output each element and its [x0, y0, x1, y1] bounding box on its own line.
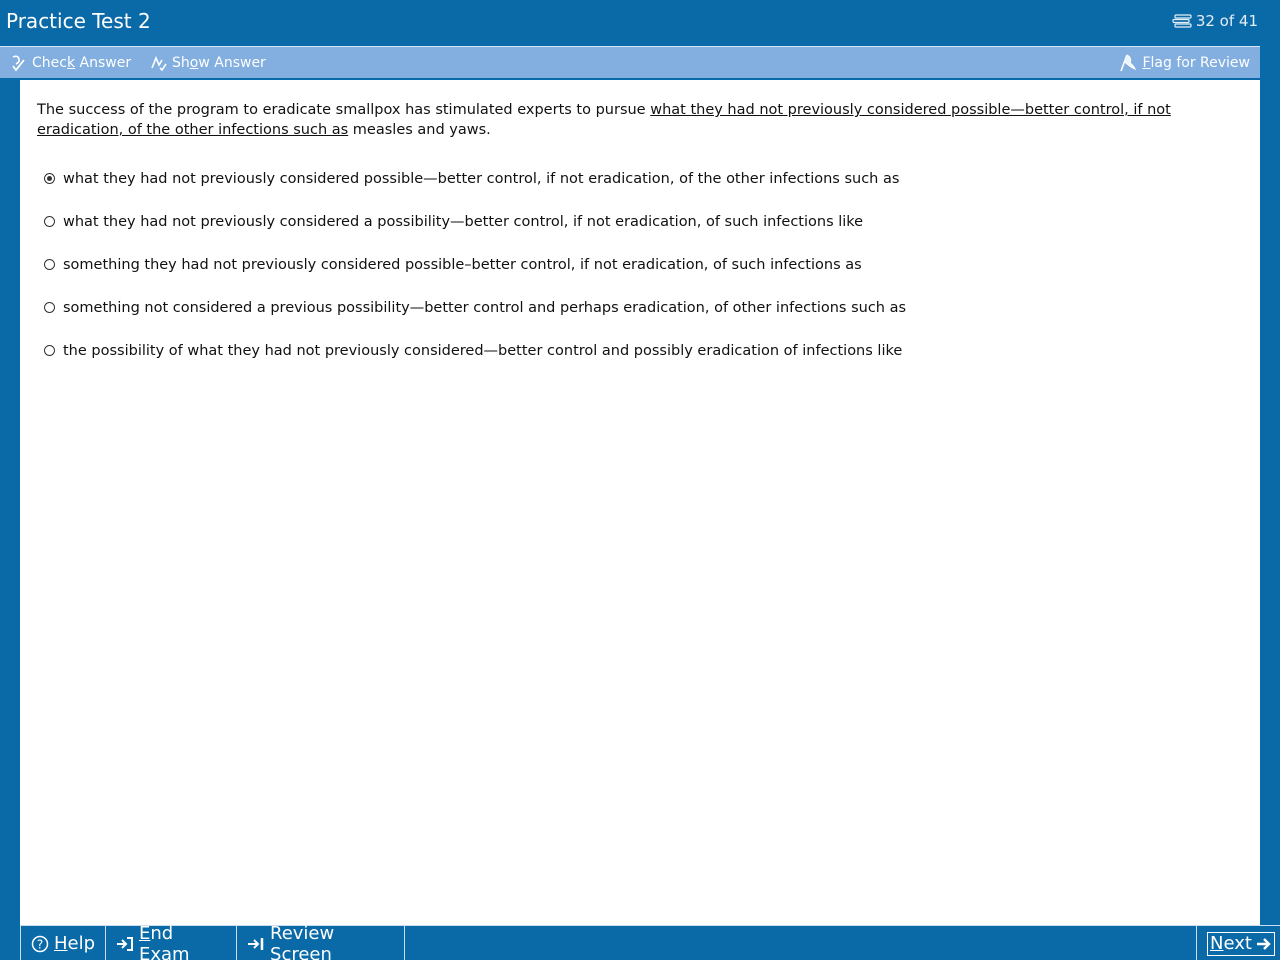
arrow-right-icon [1256, 936, 1272, 952]
review-screen-icon [247, 936, 265, 952]
window-title: Practice Test 2 [6, 9, 151, 33]
answer-choice[interactable]: the possibility of what they had not pre… [44, 329, 906, 372]
review-screen-label: Review Screen [270, 922, 335, 960]
end-exam-label: End Exam [139, 922, 190, 960]
answer-choice[interactable]: what they had not previously considered … [44, 200, 906, 243]
flag-for-review-button[interactable]: Flag for Review [1118, 47, 1250, 79]
answer-choice-text: something not considered a previous poss… [63, 299, 907, 316]
next-button[interactable]: Next [1196, 926, 1280, 960]
radio-button[interactable] [44, 216, 55, 227]
question-panel: The success of the program to eradicate … [20, 80, 1260, 925]
help-label: Help [54, 933, 96, 954]
help-button[interactable]: ? Help [20, 926, 106, 960]
toolbar: Check Answer Show Answer Flag for Review [0, 46, 1260, 78]
radio-button[interactable] [44, 345, 55, 356]
title-bar: Practice Test 2 32 of 41 [0, 0, 1280, 45]
answer-choice-text: what they had not previously considered … [63, 213, 864, 230]
question-counter: 32 of 41 [1172, 12, 1258, 30]
check-answer-label: Check Answer [32, 55, 132, 71]
bottom-bar: ? Help End Exam Review Screen Next [20, 922, 1280, 960]
show-answer-icon [150, 54, 168, 72]
help-icon: ? [31, 935, 49, 953]
radio-button[interactable] [44, 302, 55, 313]
next-label: Next [1210, 933, 1252, 954]
flag-icon [1118, 53, 1138, 73]
answer-choice[interactable]: something not considered a previous poss… [44, 286, 906, 329]
answer-choice-text: something they had not previously consid… [63, 256, 862, 273]
radio-button[interactable] [44, 173, 55, 184]
question-text-before: The success of the program to eradicate … [37, 102, 651, 118]
counter-text: 32 of 41 [1195, 12, 1258, 30]
answer-choice[interactable]: something they had not previously consid… [44, 243, 906, 286]
check-answer-button[interactable]: Check Answer [10, 47, 131, 79]
answer-choice[interactable]: what they had not previously considered … [44, 157, 906, 200]
question-list-icon[interactable] [1172, 14, 1192, 28]
answer-choice-text: what they had not previously considered … [63, 170, 900, 187]
answer-choice-text: the possibility of what they had not pre… [63, 342, 903, 359]
end-exam-button[interactable]: End Exam [106, 922, 237, 960]
answer-choices: what they had not previously considered … [44, 157, 906, 372]
question-text-after: measles and yaws. [348, 122, 491, 138]
flag-for-review-label: Flag for Review [1142, 55, 1250, 71]
question-stem: The success of the program to eradicate … [37, 100, 1237, 140]
show-answer-label: Show Answer [172, 55, 266, 71]
next-button-frame: Next [1207, 931, 1275, 956]
check-answer-icon [10, 54, 28, 72]
radio-button[interactable] [44, 259, 55, 270]
end-exam-icon [116, 936, 134, 952]
review-screen-button[interactable]: Review Screen [237, 922, 405, 960]
svg-text:?: ? [37, 937, 43, 951]
show-answer-button[interactable]: Show Answer [150, 47, 266, 79]
